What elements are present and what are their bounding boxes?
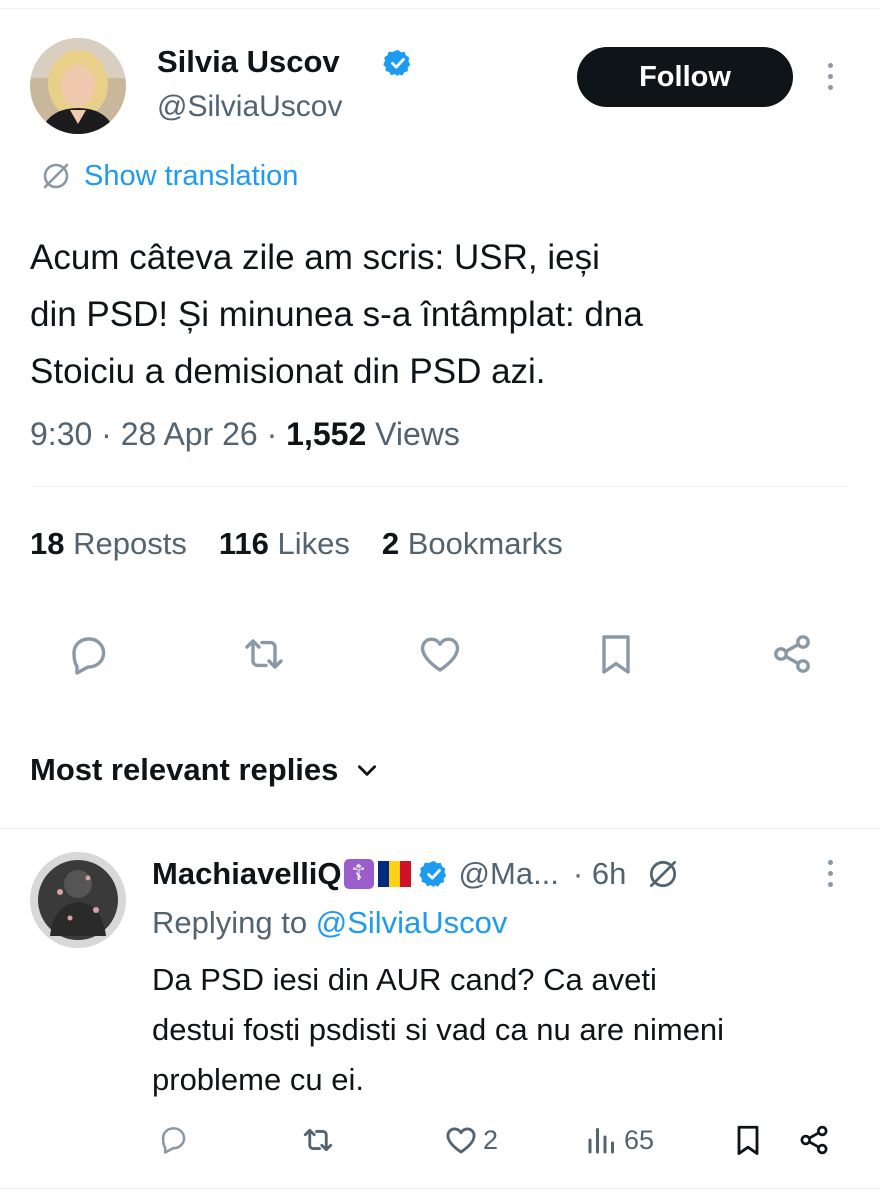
reply-author-handle[interactable]: @Ma... — [459, 853, 559, 895]
chevron-down-icon — [358, 765, 377, 776]
replies-sort-dropdown[interactable]: Most relevant replies — [30, 750, 380, 790]
tweet-text-line: Acum câteva zile am scris: USR, ieși — [30, 238, 600, 277]
repost-icon — [245, 639, 283, 669]
top-divider — [0, 8, 880, 9]
views-count: 1,552 — [286, 416, 367, 452]
follow-button[interactable]: Follow — [577, 47, 793, 107]
replying-to: Replying to @SilviaUscov — [152, 902, 507, 944]
reply-like-button[interactable]: 2 — [443, 1122, 498, 1158]
reply-button[interactable] — [62, 630, 114, 678]
more-options-icon[interactable] — [826, 63, 834, 90]
repost-button[interactable] — [238, 630, 290, 678]
views-label: Views — [375, 416, 460, 452]
reply-like-count: 2 — [483, 1124, 499, 1155]
bookmarks-stat[interactable]: 2 Bookmarks — [382, 524, 563, 564]
reply-text-line: destui fosti psdisti si vad ca nu are ni… — [152, 1012, 725, 1047]
bookmark-icon — [602, 635, 630, 674]
bottom-divider — [0, 1188, 880, 1189]
likes-stat[interactable]: 116 Likes — [219, 524, 350, 564]
author-avatar[interactable] — [30, 38, 126, 134]
show-translation-label: Show translation — [84, 160, 299, 192]
like-button[interactable] — [414, 630, 466, 678]
repost-icon — [303, 1128, 333, 1152]
share-icon — [800, 1125, 828, 1155]
meta-separator: · — [266, 416, 287, 452]
tweet-text: Acum câteva zile am scris: USR, ieși din… — [30, 229, 850, 400]
replying-prefix: Replying to — [152, 905, 308, 940]
share-icon — [774, 635, 810, 673]
meta-separator: · — [101, 416, 121, 452]
reposts-stat[interactable]: 18 Reposts — [30, 524, 187, 564]
translate-icon[interactable] — [646, 857, 680, 891]
share-button[interactable] — [766, 630, 818, 678]
reply-views-count: 65 — [624, 1124, 655, 1155]
tweet-meta: 9:30 · 28 Apr 26 · 1,552 Views — [30, 414, 460, 454]
tweet-text-line: Stoiciu a demisionat din PSD azi. — [30, 352, 546, 391]
reply-text-line: Da PSD iesi din AUR cand? Ca aveti — [152, 962, 657, 997]
verified-badge-icon — [418, 860, 446, 888]
orthodox-cross-emoji: ☦ — [343, 859, 374, 889]
divider — [0, 828, 880, 829]
verified-badge-icon — [383, 49, 411, 77]
like-icon — [446, 1127, 476, 1154]
reply-reply-button[interactable] — [156, 1122, 190, 1156]
reply-icon — [161, 1127, 186, 1154]
reply-views-button[interactable]: 65 — [584, 1122, 654, 1158]
show-translation-link[interactable]: Show translation — [40, 158, 298, 194]
bookmark-icon — [737, 1125, 759, 1155]
reply-text-line: probleme cu ei. — [152, 1062, 364, 1097]
replying-to-mention[interactable]: @SilviaUscov — [316, 905, 508, 940]
reply-header: MachiavelliQ ☦ @Ma... · 6h — [152, 853, 680, 895]
tweet-time[interactable]: 9:30 — [30, 416, 92, 452]
like-icon — [420, 637, 460, 672]
reply-timestamp[interactable]: · 6h — [573, 853, 626, 895]
reply-text: Da PSD iesi din AUR cand? Ca aveti destu… — [152, 955, 862, 1105]
bookmark-button[interactable] — [590, 630, 642, 678]
replies-header-label: Most relevant replies — [30, 752, 339, 787]
reply-icon — [72, 637, 106, 675]
author-handle[interactable]: @SilviaUscov — [157, 89, 343, 125]
engagement-stats: 18 Reposts 116 Likes 2 Bookmarks — [30, 524, 563, 564]
tweet-text-line: din PSD! Și minunea s-a întâmplat: dna — [30, 295, 643, 334]
reply-author-name[interactable]: MachiavelliQ — [152, 853, 342, 895]
reply-repost-button[interactable] — [300, 1122, 336, 1158]
romania-flag-emoji — [377, 861, 411, 887]
tweet-date[interactable]: 28 Apr 26 — [121, 416, 258, 452]
translate-icon — [43, 163, 69, 189]
author-name[interactable]: Silvia Uscov — [157, 44, 340, 80]
reply-share-button[interactable] — [796, 1122, 832, 1158]
reply-author-avatar[interactable] — [30, 852, 126, 948]
views-chart-icon — [588, 1128, 614, 1154]
reply-bookmark-button[interactable] — [730, 1122, 766, 1158]
divider — [30, 486, 850, 487]
reply-more-options-icon[interactable] — [826, 860, 834, 887]
